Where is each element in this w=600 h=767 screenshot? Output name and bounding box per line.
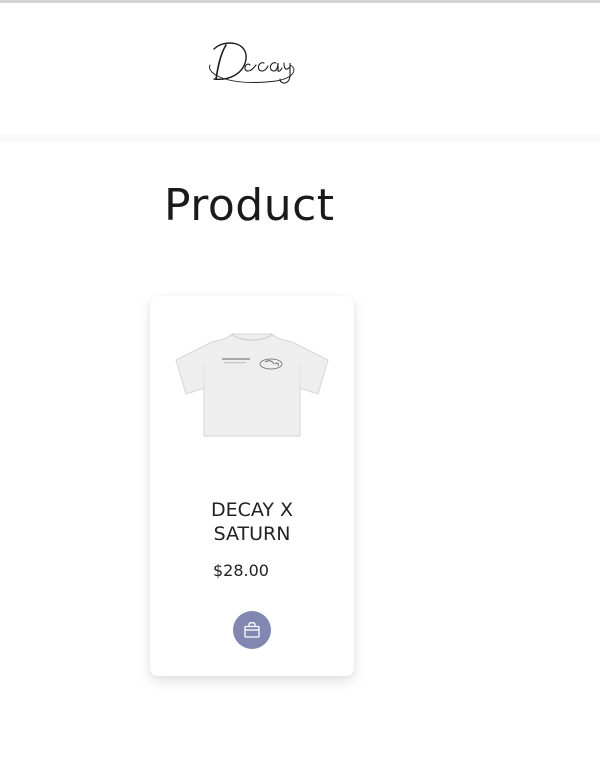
product-price: $28.00 xyxy=(213,561,269,580)
header-divider xyxy=(0,134,600,142)
product-name[interactable]: DECAY X SATURN xyxy=(170,498,334,546)
site-header xyxy=(0,3,600,139)
tshirt-image-icon xyxy=(175,333,329,437)
page-title: Product xyxy=(164,180,335,231)
shopping-bag-icon xyxy=(244,622,260,638)
decay-logo-icon xyxy=(209,42,295,84)
add-to-cart-button[interactable] xyxy=(233,611,271,649)
product-image[interactable] xyxy=(172,324,332,444)
product-card[interactable]: DECAY X SATURN $28.00 xyxy=(150,296,354,676)
site-logo[interactable] xyxy=(206,35,300,91)
